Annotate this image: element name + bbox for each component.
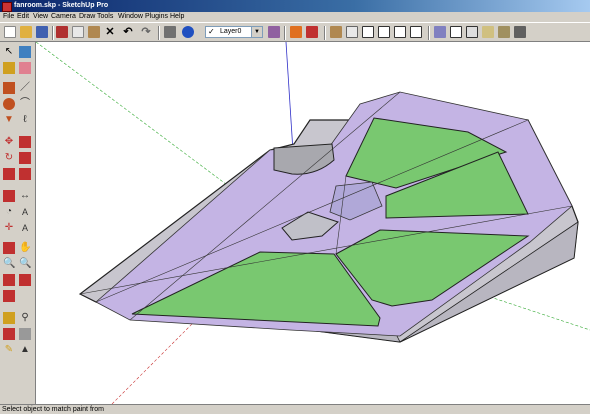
zoom-extents-icon[interactable] (19, 274, 31, 286)
print-icon[interactable] (164, 26, 176, 38)
stamp-icon[interactable]: ✎ (3, 344, 15, 356)
circle-icon[interactable] (3, 98, 15, 110)
tape-measure-icon[interactable] (3, 190, 15, 202)
line-icon[interactable]: ／ (19, 82, 31, 94)
menu-help[interactable]: Help (170, 12, 184, 22)
menu-edit[interactable]: Edit (17, 12, 29, 22)
rectangle-icon[interactable] (3, 82, 15, 94)
drape-icon[interactable]: ▲ (19, 344, 31, 356)
wireframe-icon[interactable] (450, 26, 462, 38)
toolbar-separator (158, 26, 160, 40)
erase-icon[interactable]: ✕ (104, 26, 116, 38)
toolbar-separator (324, 26, 326, 40)
front-view-icon[interactable] (362, 26, 374, 38)
sandbox-smoove-icon[interactable] (19, 328, 31, 340)
sandbox-icon[interactable] (306, 26, 318, 38)
3d-text-icon[interactable]: A (19, 222, 31, 234)
left-view-icon[interactable] (410, 26, 422, 38)
toolbar-separator (284, 26, 286, 40)
undo-icon[interactable]: ↶ (122, 26, 134, 38)
menu-bar: File Edit View Camera Draw Tools Window … (0, 12, 590, 22)
dynamic-components-icon[interactable] (290, 26, 302, 38)
zoom-window-icon[interactable]: 🔍 (19, 258, 31, 270)
toolbar-separator (428, 26, 430, 40)
position-camera-icon[interactable] (3, 290, 15, 302)
status-bar: Select object to match paint from (0, 404, 590, 414)
new-icon[interactable] (4, 26, 16, 38)
cut-icon[interactable] (56, 26, 68, 38)
select-icon[interactable]: ↖ (3, 46, 15, 58)
menu-draw[interactable]: Draw (79, 12, 95, 22)
status-text: Select object to match paint from (2, 406, 104, 413)
copy-icon[interactable] (72, 26, 84, 38)
layer-visible-check-icon: ✓ (208, 27, 215, 36)
redo-icon[interactable]: ↷ (140, 26, 152, 38)
chevron-down-icon[interactable]: ▼ (251, 27, 262, 37)
protractor-icon[interactable]: ◔ (3, 206, 15, 218)
follow-me-icon[interactable] (19, 152, 31, 164)
make-component-icon[interactable] (19, 46, 31, 58)
walk-icon[interactable]: ⚲ (19, 312, 31, 324)
rotate-icon[interactable]: ↻ (3, 152, 15, 164)
title-bar: fanroom.skp - SketchUp Pro (0, 0, 590, 12)
menu-window[interactable]: Window (118, 12, 143, 22)
move-icon[interactable]: ✥ (3, 136, 15, 148)
open-icon[interactable] (20, 26, 32, 38)
previous-view-icon[interactable] (3, 274, 15, 286)
push-pull-icon[interactable] (19, 136, 31, 148)
hidden-line-icon[interactable] (466, 26, 478, 38)
model-canvas[interactable] (36, 42, 590, 404)
toolbar-separator (52, 26, 54, 40)
layer-select[interactable]: ✓ Layer0 ▼ (205, 26, 263, 38)
left-toolbar: ↖ ／ ⌒ ▼ ℓ ✥ ↻ ↔ ◔ A ✛ A ✋ 🔍 🔍 ⚲ ✎ ▲ (0, 42, 36, 404)
top-view-icon[interactable] (346, 26, 358, 38)
eraser-icon[interactable] (19, 62, 31, 74)
app-icon (2, 2, 12, 12)
offset-icon[interactable] (19, 168, 31, 180)
back-view-icon[interactable] (394, 26, 406, 38)
monochrome-icon[interactable] (514, 26, 526, 38)
model-info-icon[interactable] (182, 26, 194, 38)
dimension-icon[interactable]: ↔ (19, 190, 31, 202)
menu-plugins[interactable]: Plugins (145, 12, 168, 22)
menu-tools[interactable]: Tools (97, 12, 113, 22)
orbit-icon[interactable] (3, 242, 15, 254)
freehand-icon[interactable]: ℓ (19, 114, 31, 126)
layer-current-value: Layer0 (220, 28, 242, 35)
menu-camera[interactable]: Camera (51, 12, 76, 22)
drawing-viewport[interactable] (36, 42, 590, 404)
pan-icon[interactable]: ✋ (19, 242, 31, 254)
iso-view-icon[interactable] (330, 26, 342, 38)
polygon-icon[interactable]: ▼ (3, 114, 15, 126)
main-toolbar: ✕ ↶ ↷ ✓ Layer0 ▼ (0, 22, 590, 42)
shaded-icon[interactable] (482, 26, 494, 38)
menu-file[interactable]: File (3, 12, 14, 22)
paint-bucket-icon[interactable] (3, 62, 15, 74)
shaded-textures-icon[interactable] (498, 26, 510, 38)
axes-icon[interactable]: ✛ (3, 222, 15, 234)
xray-icon[interactable] (434, 26, 446, 38)
scale-icon[interactable] (3, 168, 15, 180)
right-view-icon[interactable] (378, 26, 390, 38)
look-around-icon[interactable] (3, 312, 15, 324)
save-icon[interactable] (36, 26, 48, 38)
section-plane-icon[interactable] (3, 328, 15, 340)
zoom-icon[interactable]: 🔍 (3, 258, 15, 270)
layer-manager-icon[interactable] (268, 26, 280, 38)
text-icon[interactable]: A (19, 206, 31, 218)
arc-icon[interactable]: ⌒ (19, 98, 31, 110)
menu-view[interactable]: View (33, 12, 48, 22)
window-title: fanroom.skp - SketchUp Pro (14, 2, 109, 9)
paste-icon[interactable] (88, 26, 100, 38)
